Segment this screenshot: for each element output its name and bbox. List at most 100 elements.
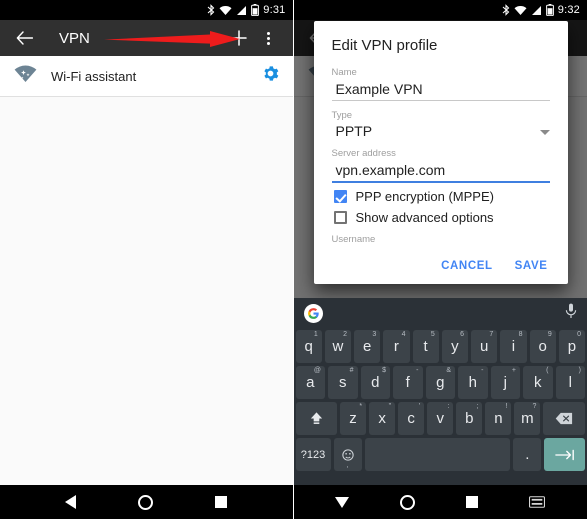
name-field-group: Name Example VPN (331, 67, 550, 101)
home-nav-icon[interactable] (138, 494, 154, 510)
key-n[interactable]: n! (485, 402, 512, 435)
back-nav-icon[interactable] (65, 495, 77, 510)
space-key[interactable] (364, 438, 511, 471)
server-address-field-group: Server address vpn.example.com (331, 148, 550, 183)
back-arrow-icon[interactable] (9, 23, 39, 53)
keyboard-row-3: z * x " c ' v: b; n! m? (295, 402, 586, 435)
recents-nav-icon[interactable] (466, 495, 479, 510)
key-e[interactable]: e3 (354, 330, 381, 363)
key-a[interactable]: a @ (295, 366, 325, 399)
key-a-alt-label: @ (313, 367, 321, 374)
symbols-key[interactable]: ?123 (295, 438, 331, 471)
backspace-key-icon[interactable] (543, 402, 585, 435)
key-q[interactable]: q1 (295, 330, 322, 363)
keyboard-row-1: q1w2e3r4t5y6u7i8o9p0 (295, 330, 585, 363)
key-p[interactable]: p0 (558, 330, 585, 363)
show-advanced-options-checkbox-row[interactable]: Show advanced options (333, 210, 550, 225)
ppp-encryption-checkbox[interactable] (333, 190, 347, 203)
show-advanced-options-checkbox[interactable] (333, 211, 347, 224)
name-field-label: Name (331, 67, 357, 78)
key-k-alt-label: ( (546, 367, 549, 374)
ppp-encryption-checkbox-row[interactable]: PPP encryption (MPPE) (333, 189, 550, 204)
key-w-alt-label: 2 (343, 331, 347, 338)
bluetooth-icon (502, 4, 510, 16)
recents-nav-icon[interactable] (215, 495, 228, 510)
key-i-alt-label: 8 (518, 331, 523, 338)
wifi-icon (514, 5, 527, 16)
ppp-encryption-label: PPP encryption (MPPE) (355, 189, 494, 204)
status-bar-left: 9:31 (0, 0, 293, 20)
key-y[interactable]: y6 (441, 330, 468, 363)
key-w[interactable]: w2 (324, 330, 351, 363)
key-h[interactable]: h- (458, 366, 488, 399)
battery-icon (251, 4, 260, 16)
switch-keyboard-icon[interactable] (529, 495, 546, 510)
type-select[interactable]: PPTP (332, 122, 550, 142)
key-l[interactable]: l) (555, 366, 585, 399)
key-e-alt-label: 3 (372, 331, 377, 338)
key-t[interactable]: t5 (412, 330, 439, 363)
keyboard-rows: q1w2e3r4t5y6u7i8o9p0 a @ s # d $ f - g & h - j + k(l) … (294, 328, 587, 471)
key-i[interactable]: i8 (500, 330, 527, 363)
key-b[interactable]: b; (456, 402, 483, 435)
key-d[interactable]: d $ (360, 366, 390, 399)
dialog-actions: CANCEL SAVE (332, 246, 550, 276)
key-v[interactable]: v: (427, 402, 454, 435)
dialog-title: Edit VPN profile (331, 37, 438, 54)
cancel-button[interactable]: CANCEL (441, 260, 493, 272)
key-s[interactable]: s # (328, 366, 358, 399)
settings-gear-icon[interactable] (262, 65, 279, 87)
key-x[interactable]: x " (369, 402, 396, 435)
key-x-alt-label: " (388, 403, 392, 410)
dismiss-keyboard-nav-icon[interactable] (335, 495, 350, 510)
status-time-right: 9:32 (557, 4, 580, 16)
key-z[interactable]: z * (340, 402, 367, 435)
name-input[interactable]: Example VPN (331, 79, 550, 101)
server-address-field-label: Server address (331, 148, 396, 159)
key-m[interactable]: m? (514, 402, 541, 435)
list-item[interactable]: Wi-Fi assistant (0, 56, 293, 97)
cellular-signal-icon (236, 5, 247, 16)
emoji-key-icon[interactable]: , (333, 438, 362, 471)
key-c-alt-label: ' (418, 403, 421, 410)
home-nav-icon[interactable] (400, 494, 416, 510)
key-b-alt-label: ; (476, 403, 479, 410)
tab-next-key-icon[interactable] (544, 438, 585, 471)
dual-screenshot-container: 9:31 VPN Wi-Fi assistant 9:32 Edit VPN p… (0, 0, 587, 519)
overflow-menu-icon[interactable] (254, 23, 284, 53)
key-r[interactable]: r4 (383, 330, 410, 363)
cellular-signal-icon (531, 5, 542, 16)
key-q-alt-label: 1 (313, 331, 318, 338)
microphone-icon[interactable] (565, 303, 577, 324)
key-k[interactable]: k( (523, 366, 553, 399)
key-l-alt-label: ) (578, 367, 581, 374)
comma-key-label: , (346, 462, 349, 469)
server-address-input[interactable]: vpn.example.com (331, 160, 550, 183)
period-key[interactable]: . (513, 438, 542, 471)
key-g[interactable]: g & (425, 366, 455, 399)
navigation-bar-left (0, 485, 293, 519)
type-field-label: Type (331, 110, 353, 121)
key-m-alt-label: ? (532, 403, 537, 410)
key-f[interactable]: f- (393, 366, 423, 399)
battery-icon (545, 4, 554, 16)
key-s-alt-label: # (349, 367, 354, 374)
google-g-icon[interactable] (303, 303, 323, 323)
save-button[interactable]: SAVE (515, 260, 548, 272)
key-d-alt-label: $ (382, 367, 386, 374)
shift-key-icon[interactable] (295, 402, 338, 435)
key-o-alt-label: 9 (547, 331, 552, 338)
key-u[interactable]: u7 (471, 330, 498, 363)
key-p-alt-label: 0 (577, 331, 581, 338)
key-t-alt-label: 5 (430, 331, 435, 338)
type-field-group: Type PPTP (332, 110, 550, 142)
add-plus-icon[interactable] (224, 23, 254, 53)
key-v-alt-label: : (447, 403, 450, 410)
key-y-alt-label: 6 (460, 331, 464, 338)
key-j[interactable]: j + (490, 366, 520, 399)
navigation-bar-right (293, 485, 587, 519)
key-j-alt-label: + (511, 367, 516, 374)
key-o[interactable]: o9 (529, 330, 556, 363)
on-screen-keyboard: q1w2e3r4t5y6u7i8o9p0 a @ s # d $ f - g & h - j + k(l) … (293, 298, 587, 485)
key-c[interactable]: c ' (398, 402, 425, 435)
